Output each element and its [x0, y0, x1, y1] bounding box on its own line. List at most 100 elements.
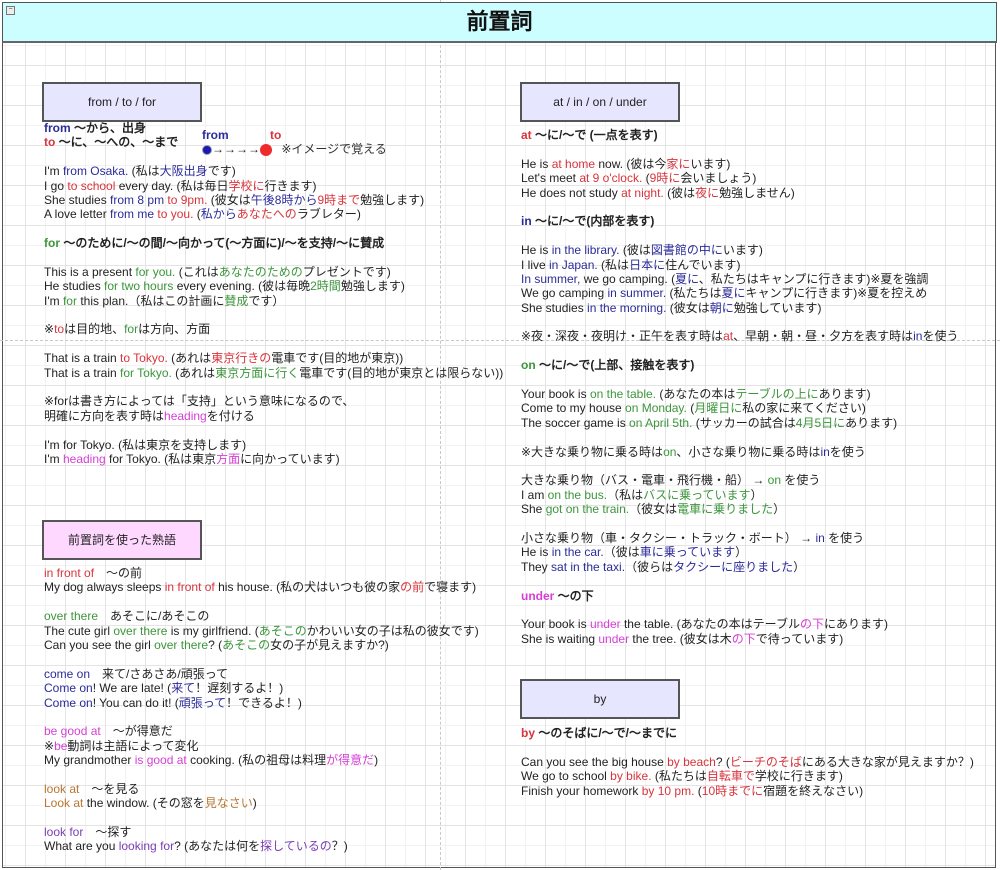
text-segment: (: [193, 207, 201, 222]
text-segment: She studies: [521, 300, 588, 315]
highlight-blue: 夏に: [721, 286, 746, 301]
text-line: The soccer game is on April 5th. (サッカーの試…: [521, 416, 958, 430]
text-segment: He is: [521, 243, 552, 258]
highlight-blue: 日本に: [629, 257, 666, 272]
section-box-from-to-for: from / to / for: [42, 82, 202, 122]
text-line: [44, 595, 479, 609]
text-segment: 小さな乗り物（車・タクシー・トラック・ボート） →: [521, 530, 816, 545]
text-segment: ～に/～で(上部、接触を表す): [535, 358, 695, 373]
highlight-blue: sat in the taxi.: [551, 559, 626, 574]
highlight-green: 月曜日に: [694, 401, 743, 416]
text-segment: あります): [845, 415, 898, 430]
text-segment: He is: [521, 156, 552, 171]
text-line: Let's meet at 9 o'clock. (9時に会いましょう): [521, 171, 958, 185]
text-segment: (彼女は: [666, 300, 710, 315]
highlight-green: on the table.: [589, 387, 656, 402]
text-line: [521, 315, 958, 329]
text-line: to ～に、～への、～まで: [44, 135, 503, 149]
text-segment: We go to school: [521, 769, 611, 784]
text-segment: 勉強しません): [719, 185, 795, 200]
text-line: [521, 459, 958, 473]
text-segment: 行きます): [264, 178, 317, 193]
highlight-red: 学校に: [228, 178, 265, 193]
highlight-red: 9時に: [649, 171, 681, 186]
text-line: Finish your homework by 10 pm. (10時までに宿題…: [521, 784, 974, 798]
text-segment: ～のそばに/～で/～までに: [535, 726, 678, 740]
highlight-red: 夜に: [695, 185, 720, 200]
text-line: He does not study at night. (彼は夜に勉強しません): [521, 186, 958, 200]
highlight-magenta: が得意だ: [326, 753, 375, 768]
highlight-green: 電車に乗りました: [677, 502, 774, 517]
text-segment: に向かっています): [240, 451, 340, 466]
text-line: [44, 423, 503, 437]
text-segment: （私は: [607, 487, 644, 502]
text-segment: 、私たちはキャンプに行きます)※夏を強調: [698, 271, 929, 286]
text-segment: (: [642, 171, 650, 186]
text-segment: Your book is: [521, 617, 590, 632]
text-line: 明確に方向を表す時はheadingを付ける: [44, 409, 503, 423]
text-segment: 住んでいます): [665, 257, 741, 272]
highlight-green: on April 5th.: [629, 415, 693, 430]
text-line: come on 来て/さあさあ/頑張って: [44, 667, 479, 681]
text-line: from ～から、出身: [44, 121, 503, 135]
highlight-green: on: [663, 444, 677, 459]
highlight-blue: 私から: [200, 207, 237, 222]
text-segment: He does not study: [521, 185, 622, 200]
text-line: I'm from Osaka. (私は大阪出身です): [44, 164, 503, 178]
text-line: [44, 337, 503, 351]
collapse-toggle-icon[interactable]: −: [6, 6, 15, 15]
text-line: [44, 811, 479, 825]
highlight-purple: 探しているの: [260, 839, 332, 854]
text-segment: (これは: [175, 264, 219, 279]
text-segment: We go camping: [521, 286, 608, 301]
highlight-brown: Look at: [44, 796, 84, 811]
highlight-blue: in: [815, 530, 825, 545]
text-segment: を付ける: [206, 408, 255, 423]
text-segment: 電車です(目的地が東京)): [271, 351, 404, 366]
highlight-blue: タクシーに座りました: [673, 559, 794, 574]
text-segment: ～の前: [94, 566, 143, 580]
highlight-green: あそこの: [258, 623, 307, 638]
text-line: [44, 308, 503, 322]
text-line: [44, 251, 503, 265]
text-line: I'm for Tokyo. (私は東京を支持します): [44, 438, 503, 452]
text-line: 小さな乗り物（車・タクシー・トラック・ボート） → in を使う: [521, 531, 958, 545]
highlight-green: あなたのための: [218, 264, 303, 279]
text-segment: ）: [735, 545, 748, 560]
text-segment: ～に/～で (一点を表す): [531, 128, 658, 142]
highlight-red: by 10 pm.: [641, 783, 695, 798]
text-segment: I'm for Tokyo. (私は東京を支持します): [44, 437, 247, 452]
text-segment: She studies: [44, 192, 111, 207]
highlight-blue: come on: [44, 666, 91, 681]
highlight-red: to 9pm.: [167, 192, 208, 207]
text-segment: 勉強します): [340, 279, 405, 294]
text-segment: I'm: [44, 451, 63, 466]
text-segment: 電車です(目的地が東京とは限らない)): [299, 365, 504, 380]
text-segment: (彼は: [619, 243, 651, 258]
text-line: [521, 229, 958, 243]
text-segment: ※forは書き方によっては「支持」という意味になるので、: [44, 394, 355, 409]
by-content: by ～のそばに/～で/～までに Can you see the big hous…: [521, 726, 974, 798]
highlight-green: for: [62, 293, 77, 308]
section-box-idioms: 前置詞を使った熟語: [42, 520, 202, 560]
text-segment: Your book is: [521, 387, 590, 402]
text-segment: を使う: [922, 329, 959, 344]
text-line: [521, 344, 958, 358]
highlight-magenta: is good at: [134, 753, 187, 768]
text-line: I go to school every day. (私は毎日学校に行きます): [44, 179, 503, 193]
text-segment: ～探す: [83, 825, 132, 840]
highlight-red: at: [521, 128, 532, 142]
highlight-green: 2時間: [310, 279, 341, 294]
text-segment: A love letter: [44, 207, 111, 222]
highlight-green: for two hours: [104, 279, 174, 294]
text-line: in ～に/～で(内部を表す): [521, 214, 958, 228]
text-segment: (あれは: [167, 351, 212, 366]
highlight-green: あそこの: [222, 637, 271, 652]
text-line: [521, 430, 958, 444]
highlight-blue: in the morning.: [587, 300, 667, 315]
text-segment: My grandmother: [44, 753, 135, 768]
text-segment: を使う: [829, 444, 866, 459]
highlight-blue: Come on: [44, 695, 93, 710]
text-segment: Can you see the big house: [521, 754, 668, 769]
text-segment: 私の家に来てください): [742, 401, 866, 416]
